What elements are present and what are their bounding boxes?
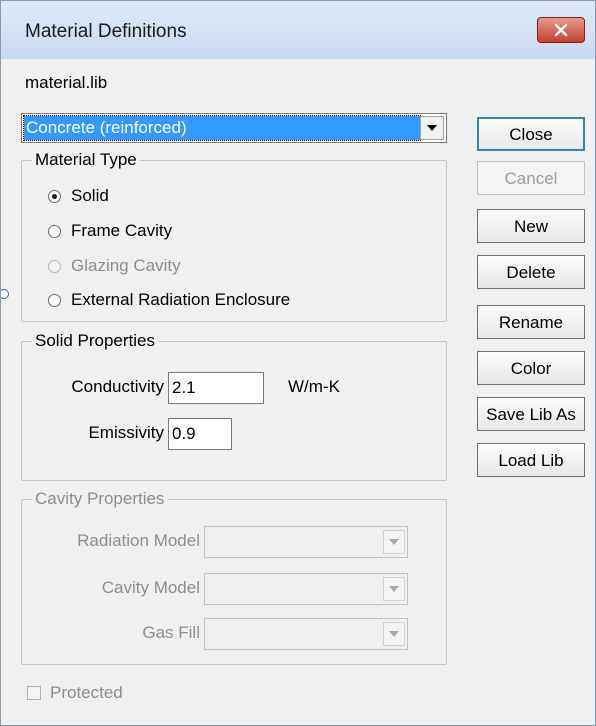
radio-glazing-cavity-label: Glazing Cavity <box>71 256 181 275</box>
protected-checkbox-row: Protected <box>27 683 123 703</box>
material-definitions-window: Material Definitions material.lib Concre… <box>0 0 596 726</box>
radio-external-radiation-enclosure-button[interactable] <box>48 293 61 307</box>
material-select-value: Concrete (reinforced) <box>23 115 421 141</box>
radio-solid[interactable]: Solid <box>48 186 109 206</box>
title-bar: Material Definitions <box>1 1 595 60</box>
cavity-properties-group: Cavity Properties Radiation Model Cavity… <box>21 489 447 665</box>
radio-glazing-cavity: Glazing Cavity <box>48 256 181 276</box>
radiation-model-select <box>204 526 408 558</box>
delete-button[interactable]: Delete <box>477 255 585 289</box>
protected-label: Protected <box>50 683 123 702</box>
conductivity-label: Conductivity <box>71 377 164 396</box>
rename-button[interactable]: Rename <box>477 305 585 339</box>
gas-fill-label: Gas Fill <box>142 623 200 642</box>
chevron-down-icon <box>389 631 399 637</box>
conductivity-field[interactable] <box>168 372 264 404</box>
cancel-button: Cancel <box>477 161 585 195</box>
radio-solid-label: Solid <box>71 186 109 205</box>
solid-properties-legend: Solid Properties <box>32 331 159 351</box>
chevron-down-icon <box>427 125 437 131</box>
radio-glazing-cavity-button <box>48 259 61 273</box>
close-button[interactable]: Close <box>477 117 585 151</box>
resize-handle-marker <box>1 289 9 299</box>
cavity-model-label: Cavity Model <box>101 578 200 597</box>
material-select-dropdown-button[interactable] <box>420 116 444 140</box>
solid-properties-group: Solid Properties Conductivity W/m-K Emis… <box>21 331 447 481</box>
protected-checkbox <box>27 686 41 700</box>
new-button[interactable]: New <box>477 209 585 243</box>
radiation-model-dropdown-button <box>383 530 405 554</box>
gas-fill-select <box>204 618 408 650</box>
save-lib-as-button[interactable]: Save Lib As <box>477 397 585 431</box>
library-file-name: material.lib <box>25 73 108 92</box>
radio-frame-cavity[interactable]: Frame Cavity <box>48 221 172 241</box>
radiation-model-label: Radiation Model <box>77 531 200 550</box>
chevron-down-icon <box>389 586 399 592</box>
emissivity-label: Emissivity <box>88 423 164 442</box>
radio-frame-cavity-label: Frame Cavity <box>71 221 173 240</box>
conductivity-unit: W/m-K <box>288 377 340 396</box>
dialog-body: material.lib Concrete (reinforced) Mater… <box>1 59 595 725</box>
load-lib-button[interactable]: Load Lib <box>477 443 585 477</box>
material-type-legend: Material Type <box>32 150 140 170</box>
cavity-model-dropdown-button <box>383 577 405 601</box>
window-close-button[interactable] <box>537 17 585 43</box>
radio-solid-button[interactable] <box>48 189 61 203</box>
gas-fill-dropdown-button <box>383 622 405 646</box>
material-type-group: Material Type Solid Frame Cavity Glazing… <box>21 150 447 322</box>
color-button[interactable]: Color <box>477 351 585 385</box>
material-select[interactable]: Concrete (reinforced) <box>21 113 447 143</box>
radio-external-radiation-enclosure-label: External Radiation Enclosure <box>71 290 291 309</box>
radio-external-radiation-enclosure[interactable]: External Radiation Enclosure <box>48 290 290 310</box>
close-icon <box>554 23 568 37</box>
cavity-properties-legend: Cavity Properties <box>32 489 168 509</box>
chevron-down-icon <box>389 539 399 545</box>
emissivity-field[interactable] <box>168 418 232 450</box>
radio-frame-cavity-button[interactable] <box>48 224 61 238</box>
cavity-model-select <box>204 573 408 605</box>
window-title: Material Definitions <box>25 21 187 42</box>
